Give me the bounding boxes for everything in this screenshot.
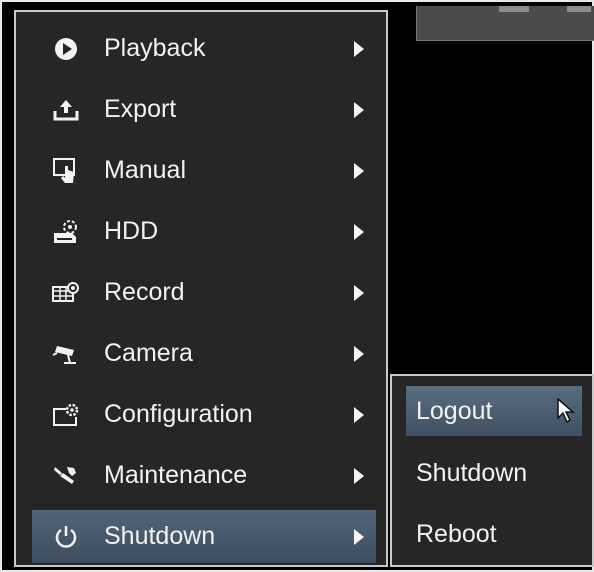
chevron-right-icon bbox=[354, 467, 364, 484]
menu-item-label: HDD bbox=[104, 217, 159, 245]
playback-icon bbox=[42, 33, 90, 65]
submenu-item-reboot[interactable]: Reboot bbox=[406, 509, 582, 559]
menu-item-record[interactable]: Record bbox=[32, 266, 376, 319]
maintenance-icon bbox=[42, 460, 90, 492]
menu-item-manual[interactable]: Manual bbox=[32, 144, 376, 197]
manual-icon bbox=[42, 155, 90, 187]
mouse-cursor-icon bbox=[556, 397, 576, 429]
menu-item-configuration[interactable]: Configuration bbox=[32, 388, 376, 441]
menu-item-label: Manual bbox=[104, 156, 186, 184]
menu-item-label: Maintenance bbox=[104, 461, 248, 489]
background-window-slot bbox=[499, 6, 529, 12]
menu-item-label: Playback bbox=[104, 34, 206, 62]
chevron-right-icon bbox=[354, 345, 364, 362]
submenu-item-logout[interactable]: Logout bbox=[406, 386, 582, 436]
menu-item-label: Configuration bbox=[104, 400, 253, 428]
submenu-item-label: Logout bbox=[416, 396, 493, 425]
chevron-right-icon bbox=[354, 284, 364, 301]
menu-item-label: Export bbox=[104, 95, 177, 123]
menu-item-playback[interactable]: Playback bbox=[32, 22, 376, 75]
configuration-icon bbox=[42, 399, 90, 431]
menu-item-label: Record bbox=[104, 278, 185, 306]
export-icon bbox=[42, 94, 90, 126]
chevron-right-icon bbox=[354, 223, 364, 240]
record-icon bbox=[42, 277, 90, 309]
menu-item-export[interactable]: Export bbox=[32, 83, 376, 136]
menu-item-maintenance[interactable]: Maintenance bbox=[32, 449, 376, 502]
hdd-icon bbox=[42, 216, 90, 248]
background-window-slot bbox=[567, 6, 591, 12]
submenu-item-label: Shutdown bbox=[416, 458, 528, 487]
menu-item-shutdown[interactable]: Shutdown bbox=[32, 510, 376, 563]
chevron-right-icon bbox=[354, 162, 364, 179]
chevron-right-icon bbox=[354, 406, 364, 423]
chevron-right-icon bbox=[354, 101, 364, 118]
chevron-right-icon bbox=[354, 528, 364, 545]
shutdown-submenu: Logout Shutdown Reboot bbox=[390, 374, 594, 567]
menu-item-hdd[interactable]: HDD bbox=[32, 205, 376, 258]
background-window bbox=[416, 6, 594, 41]
power-icon bbox=[42, 521, 90, 553]
submenu-item-label: Reboot bbox=[416, 519, 497, 548]
menu-item-camera[interactable]: Camera bbox=[32, 327, 376, 380]
chevron-right-icon bbox=[354, 40, 364, 57]
main-menu: Playback Export Manual HDD Record Camera… bbox=[14, 10, 388, 567]
menu-item-label: Shutdown bbox=[104, 522, 216, 550]
menu-item-label: Camera bbox=[104, 339, 193, 367]
camera-icon bbox=[42, 338, 90, 370]
submenu-item-shutdown[interactable]: Shutdown bbox=[406, 448, 582, 498]
